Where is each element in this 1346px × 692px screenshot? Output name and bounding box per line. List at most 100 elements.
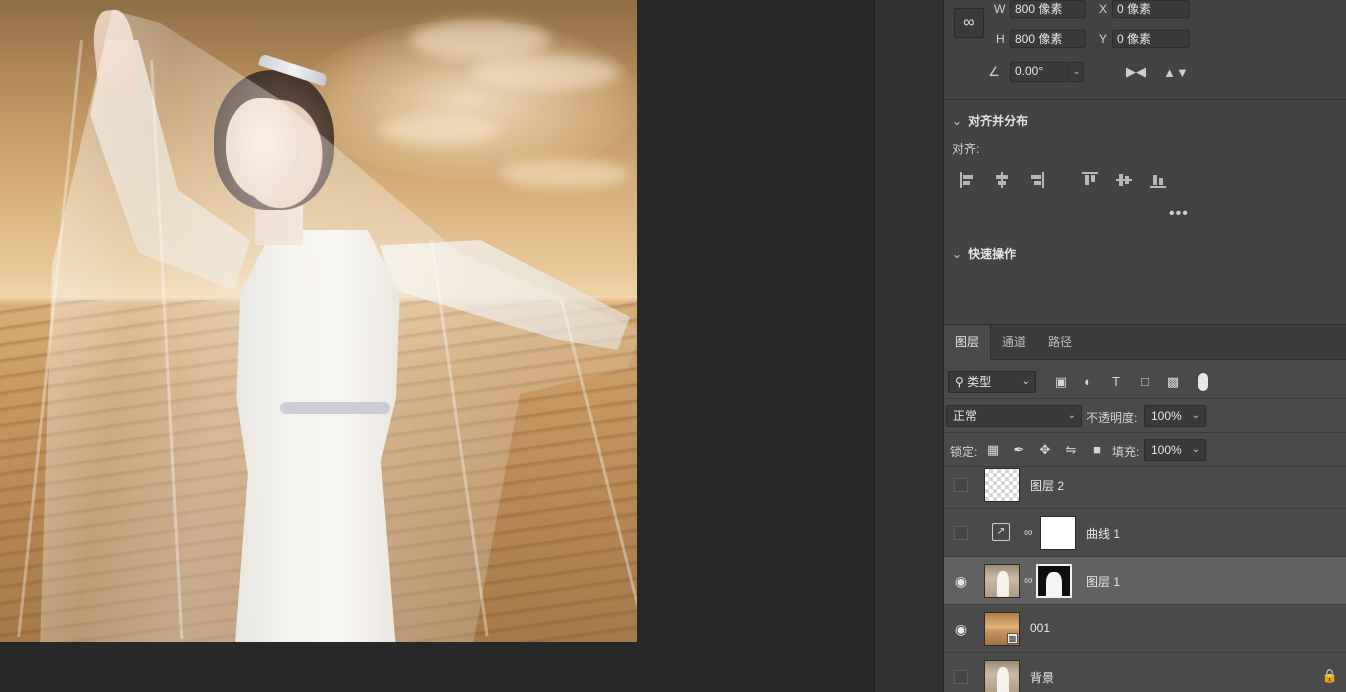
layer-name[interactable]: 001	[1030, 621, 1050, 635]
quick-actions-section-title: 快速操作	[968, 247, 1017, 261]
link-icon[interactable]: ∞	[954, 8, 984, 38]
layer-name[interactable]: 曲线 1	[1086, 525, 1120, 542]
chevron-down-icon: ⌄	[1191, 444, 1200, 455]
lock-icon: 🔒	[1321, 668, 1338, 683]
height-label: H	[996, 32, 1005, 46]
cloud	[500, 160, 630, 188]
pixel-layer-filter-icon[interactable]: ▣	[1052, 374, 1070, 390]
layer-mask-thumbnail[interactable]	[1036, 564, 1072, 598]
cloud	[410, 20, 550, 60]
layers-panel: 图层 通道 路径 ⚲ 类型 ⌄ ▣ ◐ T □ ▩ 正常 ⌄ 不透明度: 100…	[944, 325, 1346, 692]
adjustment-layer-filter-icon[interactable]: ◐	[1079, 374, 1097, 390]
fill-value: 100%	[1151, 443, 1182, 457]
fill-label: 填充:	[1112, 445, 1140, 459]
layer-thumbnail[interactable]	[984, 564, 1020, 598]
y-position-field[interactable]: 0 像素	[1112, 30, 1190, 48]
rotation-angle-value: 0.00°	[1015, 64, 1044, 78]
lock-image-pixels-icon[interactable]: ✒	[1010, 442, 1028, 458]
align-horizontal-centers-icon[interactable]	[992, 170, 1012, 190]
opacity-value: 100%	[1151, 409, 1182, 423]
layer-row[interactable]: ◉ ▩ 001	[944, 605, 1346, 653]
align-vertical-centers-icon[interactable]	[1114, 170, 1134, 190]
search-icon: ⚲	[955, 375, 964, 389]
lock-artboard-icon[interactable]: ⇋	[1062, 442, 1080, 458]
link-icon[interactable]: ∞	[1024, 525, 1033, 539]
layer-mask-thumbnail[interactable]	[1040, 516, 1076, 550]
tab-layers[interactable]: 图层	[944, 325, 991, 360]
layer-name[interactable]: 图层 2	[1030, 477, 1064, 494]
opacity-field[interactable]: 100% ⌄	[1144, 405, 1206, 427]
width-field[interactable]: 800 像素	[1010, 0, 1086, 18]
layer-name[interactable]: 图层 1	[1086, 573, 1120, 590]
layer-name[interactable]: 背景	[1030, 669, 1054, 686]
fill-field[interactable]: 100% ⌄	[1144, 439, 1206, 461]
layer-thumbnail[interactable]: ▩	[984, 612, 1020, 646]
lock-transparent-pixels-icon[interactable]: ▦	[984, 442, 1002, 458]
visibility-toggle[interactable]: ◉	[948, 557, 974, 605]
quick-actions-section-header[interactable]: ⌄ 快速操作	[952, 245, 1016, 262]
visibility-toggle[interactable]	[948, 653, 974, 692]
chevron-down-icon: ⌄	[952, 247, 963, 261]
canvas-area[interactable]	[0, 0, 874, 692]
y-label: Y	[1099, 32, 1108, 46]
panel-dock-gutter	[874, 0, 944, 692]
layer-row[interactable]: 背景 🔒	[944, 653, 1346, 692]
visibility-toggle[interactable]	[948, 509, 974, 557]
filter-toggle-switch[interactable]	[1198, 373, 1208, 391]
layer-row-selected[interactable]: ◉ ∞ 图层 1	[944, 557, 1346, 605]
layer-filter-row: ⚲ 类型 ⌄ ▣ ◐ T □ ▩	[944, 365, 1346, 399]
mask-silhouette	[1046, 572, 1062, 596]
chevron-down-icon: ⌄	[952, 114, 963, 128]
divider	[944, 99, 1346, 100]
align-bottom-edges-icon[interactable]	[1148, 170, 1168, 190]
visibility-toggle[interactable]: ◉	[948, 605, 974, 653]
eye-icon: ◉	[954, 572, 968, 589]
layer-filter-label: 类型	[967, 375, 992, 389]
tab-paths[interactable]: 路径	[1037, 325, 1083, 360]
layer-thumbnail[interactable]	[984, 660, 1020, 692]
x-label: X	[1099, 2, 1108, 16]
cloud	[380, 115, 500, 145]
blend-mode-value: 正常	[953, 409, 978, 423]
type-layer-filter-icon[interactable]: T	[1107, 374, 1125, 390]
rotation-angle-field[interactable]: 0.00° ⌄	[1010, 62, 1084, 82]
angle-icon: ∠	[988, 64, 1000, 79]
align-label: 对齐:	[952, 142, 980, 156]
link-icon[interactable]: ∞	[1024, 573, 1033, 587]
flip-horizontal-icon[interactable]: ▶◀	[1126, 62, 1146, 82]
chevron-down-icon: ⌄	[1067, 410, 1076, 421]
eye-icon: ◉	[954, 620, 968, 637]
lock-position-icon[interactable]: ✥	[1036, 442, 1054, 458]
lock-all-icon[interactable]: ■	[1088, 442, 1106, 458]
figure-silhouette	[997, 571, 1009, 597]
layers-panel-tab-bar: 图层 通道 路径	[944, 325, 1346, 360]
flip-vertical-icon[interactable]: ▲▼	[1163, 62, 1189, 82]
layer-thumbnail[interactable]	[984, 468, 1020, 502]
chevron-down-icon: ⌄	[1191, 410, 1200, 421]
layer-row[interactable]: ↗ ∞ 曲线 1	[944, 509, 1346, 557]
shape-layer-filter-icon[interactable]: □	[1136, 374, 1154, 390]
document-canvas-image[interactable]	[0, 0, 637, 642]
more-options-icon[interactable]: •••	[1169, 205, 1189, 223]
align-section-header[interactable]: ⌄ 对齐并分布	[952, 112, 1028, 129]
blend-mode-row: 正常 ⌄ 不透明度: 100% ⌄	[944, 399, 1346, 433]
tab-channels[interactable]: 通道	[991, 325, 1037, 360]
figure-silhouette	[997, 667, 1009, 692]
height-field[interactable]: 800 像素	[1010, 30, 1086, 48]
opacity-label: 不透明度:	[1086, 411, 1138, 425]
blend-mode-dropdown[interactable]: 正常 ⌄	[946, 405, 1082, 427]
layer-filter-dropdown[interactable]: ⚲ 类型 ⌄	[948, 371, 1036, 393]
layer-row[interactable]: 图层 2	[944, 461, 1346, 509]
visibility-off-box	[954, 526, 968, 540]
align-top-edges-icon[interactable]	[1080, 170, 1100, 190]
align-left-edges-icon[interactable]	[958, 170, 978, 190]
lock-label: 锁定:	[950, 445, 978, 459]
visibility-toggle[interactable]	[948, 461, 974, 509]
smart-object-filter-icon[interactable]: ▩	[1164, 374, 1182, 390]
x-position-field[interactable]: 0 像素	[1112, 0, 1190, 18]
chevron-down-icon[interactable]: ⌄	[1068, 62, 1084, 82]
chevron-down-icon: ⌄	[1021, 376, 1030, 387]
align-section-title: 对齐并分布	[968, 114, 1029, 128]
curves-adjustment-icon[interactable]: ↗	[992, 523, 1010, 541]
align-right-edges-icon[interactable]	[1026, 170, 1046, 190]
